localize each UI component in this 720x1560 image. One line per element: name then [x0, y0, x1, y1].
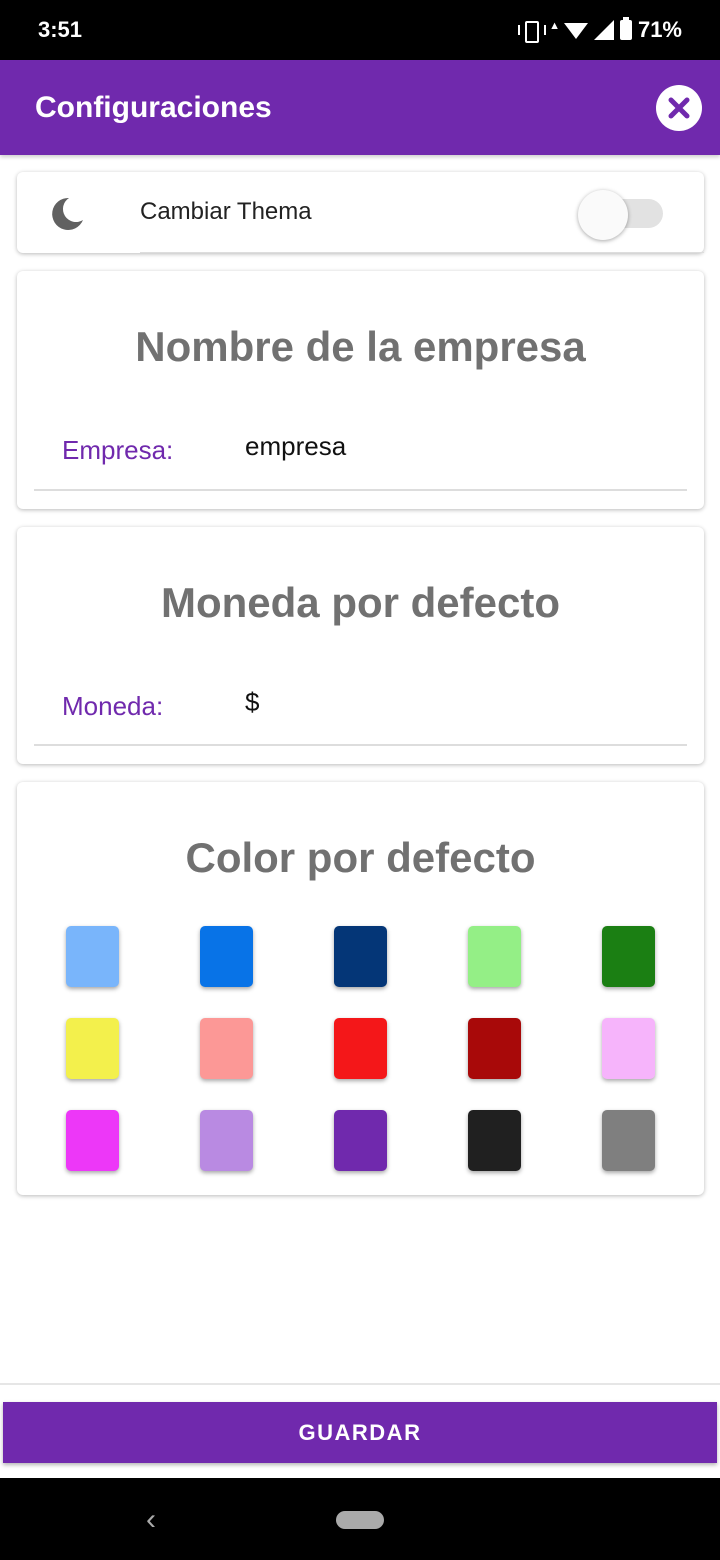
color-swatch-grid [66, 926, 655, 1171]
color-swatch[interactable] [602, 926, 655, 987]
theme-toggle-label: Cambiar Thema [140, 198, 312, 225]
company-field-label: Empresa: [62, 435, 174, 465]
color-swatch[interactable] [602, 1018, 655, 1079]
divider [0, 1383, 720, 1385]
back-icon[interactable]: ‹ [146, 1503, 156, 1537]
app-bar: Configuraciones [0, 60, 720, 155]
toggle-thumb [578, 190, 628, 240]
cell-signal-icon [593, 20, 614, 40]
close-icon [668, 97, 690, 118]
color-section-title: Color por defecto [185, 834, 536, 881]
color-swatch[interactable] [66, 926, 119, 987]
battery-icon [619, 17, 632, 40]
color-swatch[interactable] [200, 1018, 253, 1079]
color-swatch[interactable] [468, 1018, 521, 1079]
color-swatch[interactable] [602, 1110, 655, 1171]
color-swatch[interactable] [468, 926, 521, 987]
color-swatch[interactable] [334, 926, 387, 987]
company-name-input[interactable] [245, 431, 665, 462]
company-card: Nombre de la empresa Empresa: [17, 271, 704, 509]
company-input-underline [34, 489, 687, 491]
color-swatch[interactable] [66, 1018, 119, 1079]
color-swatch[interactable] [200, 926, 253, 987]
close-button[interactable] [656, 84, 702, 131]
color-swatch[interactable] [334, 1110, 387, 1171]
data-activity-icon: ▲ [549, 19, 560, 32]
color-swatch[interactable] [468, 1110, 521, 1171]
status-time: 3:51 [38, 17, 83, 42]
moon-icon [52, 197, 83, 230]
currency-card: Moneda por defecto Moneda: [17, 527, 704, 764]
status-icons: ▲ 71% [517, 17, 682, 43]
save-button[interactable]: GUARDAR [3, 1402, 717, 1463]
color-swatch[interactable] [200, 1110, 253, 1171]
currency-section-title: Moneda por defecto [160, 579, 561, 626]
battery-percent: 71% [637, 17, 682, 42]
theme-card: Cambiar Thema [17, 172, 704, 253]
divider [140, 252, 704, 253]
currency-field-label: Moneda: [62, 691, 164, 721]
status-bar: 3:51 ▲ 71% [0, 0, 720, 60]
currency-input[interactable] [245, 687, 665, 718]
theme-toggle[interactable] [578, 186, 663, 240]
company-section-title: Nombre de la empresa [135, 323, 586, 370]
wifi-icon [563, 23, 588, 39]
system-nav-bar: ‹ [0, 1478, 720, 1560]
vibrate-icon [517, 19, 547, 43]
currency-input-underline [34, 744, 687, 746]
color-card: Color por defecto [17, 782, 704, 1195]
home-pill[interactable] [336, 1511, 384, 1529]
page-title: Configuraciones [35, 90, 272, 124]
color-swatch[interactable] [334, 1018, 387, 1079]
color-swatch[interactable] [66, 1110, 119, 1171]
